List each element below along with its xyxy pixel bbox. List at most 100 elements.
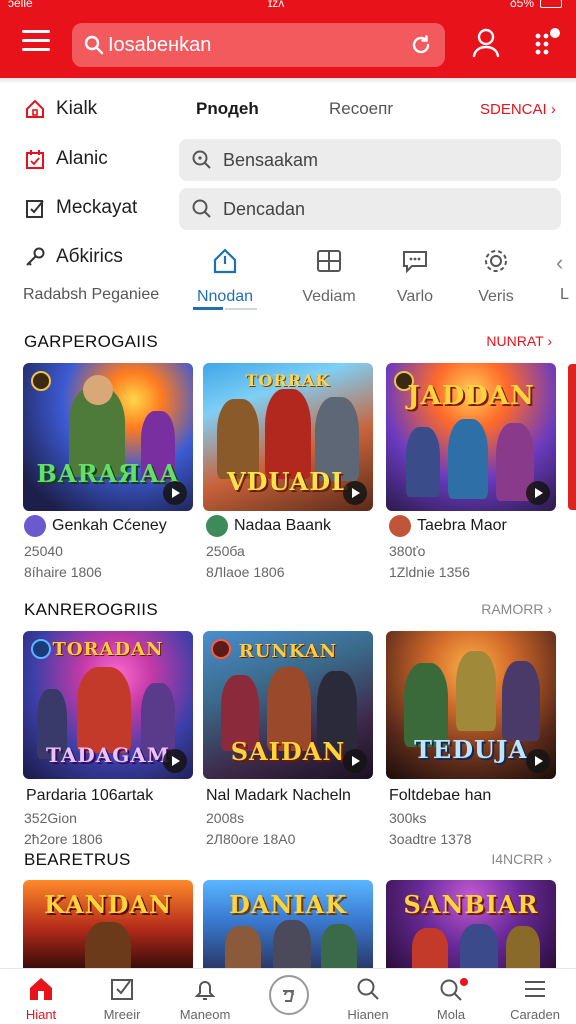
search-icon [357, 978, 379, 1000]
nav-caraden[interactable]: Caraden [500, 975, 570, 1022]
section-title: KANREROGRIIS [24, 600, 158, 619]
hero-figure [502, 661, 540, 741]
hero-figure [321, 924, 357, 968]
game-card-image[interactable]: TORRAK VDUADL [203, 363, 373, 511]
section-title: BEARETRUS [24, 850, 131, 869]
category-label: Nnodan [196, 288, 254, 305]
game-card-name: Pardaria 106artak [26, 787, 154, 804]
avatar [206, 515, 228, 537]
game-card-title[interactable]: Nal Madark Nacheln [206, 787, 351, 805]
nav-mreeir[interactable]: Mreeir [87, 975, 157, 1022]
category-veris[interactable]: Veris [456, 246, 536, 306]
play-button[interactable] [526, 749, 550, 773]
search-field-1[interactable]: Bensaakam [179, 139, 561, 181]
game-card-title[interactable]: Pardaria 106artak [26, 787, 153, 805]
game-card-image[interactable]: KANDAN [23, 880, 193, 968]
hero-figure [412, 928, 448, 968]
tab-sdencai-label: SDENCAI [480, 101, 547, 118]
game-card-image[interactable]: JADDAN [386, 363, 556, 511]
circle-action-icon [283, 990, 295, 1002]
search-input[interactable]: Iosabeнkan [108, 34, 211, 57]
play-button[interactable] [163, 481, 187, 505]
game-card-meta: 250ба [206, 543, 245, 559]
section-more-link[interactable]: RAMORR › [481, 601, 552, 617]
tab-pnoaeh[interactable]: Pnoдeh [196, 99, 259, 119]
nav-label: Mreeir [103, 1007, 141, 1022]
category-side-label: Radabsh Peganiee [23, 286, 160, 303]
nav-mola[interactable]: Mola [416, 975, 486, 1022]
game-card-meta: 25040 [24, 543, 63, 559]
nav-home[interactable]: Hiant [6, 975, 76, 1022]
hero-figure [456, 651, 496, 731]
side-item-kialk[interactable]: Kialk [24, 94, 97, 124]
hero-figure [85, 922, 131, 968]
side-item-akirics[interactable]: Aбkirics [24, 242, 123, 272]
game-card-image[interactable]: TEDUJA [386, 631, 556, 779]
nav-label: Mola [436, 1007, 466, 1022]
game-card-image[interactable]: RUNKAN SAIDAN [203, 631, 373, 779]
chevron-left-icon[interactable]: ‹ [556, 250, 563, 276]
game-card-image[interactable]: TORADAN TADAGAM [23, 631, 193, 779]
hero-figure [265, 389, 311, 479]
game-card-name: Nal Madark Nacheln [206, 787, 351, 804]
play-button[interactable] [526, 481, 550, 505]
section-more-link[interactable]: I4NCRR › [491, 851, 552, 867]
user-icon[interactable] [472, 28, 500, 58]
nav-hianen[interactable]: Hianen [333, 975, 403, 1022]
status-carrier: ɔelle [8, 0, 33, 10]
play-button[interactable] [163, 749, 187, 773]
game-card-title[interactable]: Taebra Maor [389, 515, 507, 537]
side-item-label: Kialk [56, 98, 98, 119]
grid-panel-icon [317, 250, 341, 272]
zoom-icon [192, 150, 211, 169]
game-card-date: 3oadtre 1378 [389, 831, 472, 847]
game-card-image[interactable]: SANBIAR [386, 880, 556, 968]
center-action-button[interactable] [269, 975, 309, 1015]
side-item-alanic[interactable]: Alanic [24, 144, 108, 174]
section-more-label: RAMORR [481, 601, 544, 617]
game-card-image[interactable]: DANIAK [203, 880, 373, 968]
game-subtitle-art: TORRAK [245, 371, 331, 390]
hero-figure [448, 419, 488, 499]
hero-figure [225, 926, 261, 968]
game-card-date: 2Л80ore 18A0 [206, 831, 296, 847]
side-item-meckayat[interactable]: Meckayat [24, 193, 137, 223]
play-button[interactable] [343, 749, 367, 773]
search-bar[interactable]: Iosabeнkan [72, 23, 445, 67]
side-item-label: Aбkirics [56, 246, 123, 267]
bell-icon [194, 981, 216, 1000]
game-card-name: Nadaa Baank [234, 517, 331, 534]
menu-button[interactable] [22, 30, 50, 54]
game-card-image[interactable]: BARAЯAA [23, 363, 193, 511]
play-button[interactable] [343, 481, 367, 505]
category-label: Veris [478, 288, 514, 305]
category-vediam[interactable]: Vediam [289, 246, 369, 306]
search-field-2[interactable]: Dencadan [179, 188, 561, 230]
game-card-title[interactable]: Nadaa Baank [206, 515, 331, 537]
apps-icon[interactable] [530, 26, 562, 58]
game-card-date: 2ћ2ore 1806 [24, 831, 103, 847]
battery-percent: δ5% [509, 0, 534, 10]
side-item-label: Meckayat [56, 197, 138, 218]
house-icon [26, 99, 44, 118]
tab-recoemr[interactable]: Recoeпr [329, 99, 393, 119]
nav-maneom[interactable]: Maneom [170, 975, 240, 1022]
hero-figure [273, 920, 311, 968]
category-varlo[interactable]: Varlo [375, 246, 455, 306]
hero-head [83, 375, 113, 405]
gear-icon [485, 250, 507, 272]
category-nnodan[interactable]: Nnodan [185, 246, 265, 306]
header-shadow [0, 78, 576, 84]
avatar [389, 515, 411, 537]
tab-sdencai[interactable]: SDENCAI › [480, 101, 556, 118]
game-card-name: Foltdebae han [389, 787, 492, 804]
section-more-link[interactable]: NUNRAT › [486, 333, 552, 349]
side-item-label: Alanic [56, 148, 108, 169]
category-active-indicator [193, 307, 223, 310]
status-time: ɪzʌ [268, 0, 285, 10]
game-card-title[interactable]: Genkah Cćeney [24, 515, 167, 537]
game-title-art: KANDAN [44, 890, 172, 919]
refresh-icon[interactable] [409, 33, 433, 57]
game-card-title[interactable]: Foltdebae han [389, 787, 491, 805]
game-title-art: SANBIAR [403, 890, 539, 919]
